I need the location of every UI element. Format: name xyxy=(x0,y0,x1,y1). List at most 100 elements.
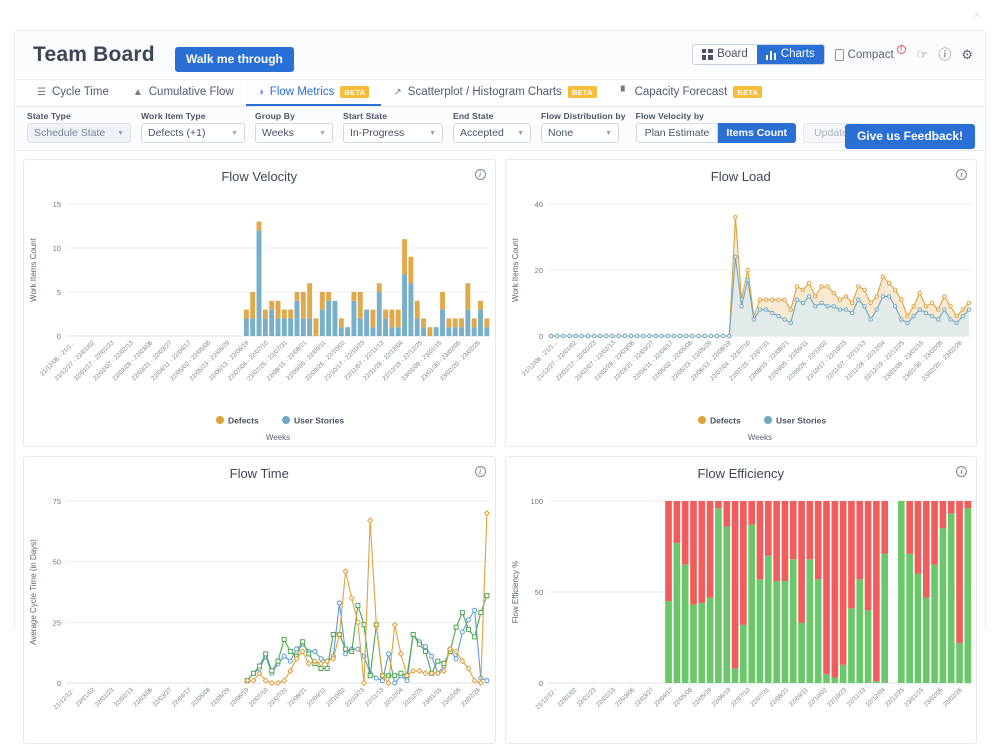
scatter-icon: ↗ xyxy=(393,87,401,98)
chevron-down-icon: ▼ xyxy=(319,130,326,137)
start-state-select[interactable]: In-Progress ▼ xyxy=(343,123,443,143)
tab-bar: ☰ Cycle Time ▲ Cumulative Flow ◑ Flow Me… xyxy=(15,80,985,107)
filter-end-state: End State Accepted ▼ xyxy=(453,111,531,143)
chart-title-flow-load: Flow Load xyxy=(506,160,977,184)
info-icon[interactable]: i xyxy=(956,169,967,180)
filter-flow-velocity-by-label: Flow Velocity by xyxy=(636,111,859,121)
state-type-select[interactable]: Schedule State ▼ xyxy=(27,123,131,143)
settings-icon[interactable]: ⚙ xyxy=(961,48,973,61)
tab-flow-metrics[interactable]: ◑ Flow Metrics BETA xyxy=(246,80,382,106)
compact-label: Compact xyxy=(848,49,894,61)
chevron-down-icon: ▼ xyxy=(605,130,612,137)
app-root: × Team Board Walk me through Board Chart… xyxy=(0,0,1000,638)
svg-text:20: 20 xyxy=(534,266,542,275)
filter-flow-distribution-label: Flow Distribution by xyxy=(541,111,626,121)
bar-chart-icon xyxy=(766,49,777,60)
svg-text:15: 15 xyxy=(53,200,61,209)
bar-chart-icon: ▘ xyxy=(621,87,629,98)
items-count-button[interactable]: Items Count xyxy=(718,123,796,143)
group-by-select[interactable]: Weeks ▼ xyxy=(255,123,333,143)
svg-text:22/11/13: 22/11/13 xyxy=(845,686,867,708)
walk-me-through-button[interactable]: Walk me through xyxy=(175,47,294,72)
end-state-select[interactable]: Accepted ▼ xyxy=(453,123,531,143)
chart-title-flow-efficiency: Flow Efficiency xyxy=(506,457,977,481)
beta-badge: BETA xyxy=(733,86,762,98)
filter-state-type-label: State Type xyxy=(27,111,131,121)
svg-text:22/12/04: 22/12/04 xyxy=(383,686,405,708)
header-actions: Board Charts Compact ! ☞ ⓘ ⚙ xyxy=(692,44,973,65)
page-header: Team Board Walk me through Board Charts … xyxy=(15,31,985,80)
plot-flow-efficiency: 050100Flow Efficiency %21/12/12 -22/01/0… xyxy=(506,487,977,743)
svg-text:22/10/23: 22/10/23 xyxy=(344,686,366,708)
svg-text:22/01/02: 22/01/02 xyxy=(74,686,96,708)
svg-text:22/07/10: 22/07/10 xyxy=(729,686,751,708)
filter-state-type: State Type Schedule State ▼ xyxy=(27,111,131,143)
info-icon[interactable]: i xyxy=(475,169,486,180)
svg-text:22/06/19: 22/06/19 xyxy=(710,686,732,708)
view-toggle-board[interactable]: Board xyxy=(693,45,757,64)
svg-text:0: 0 xyxy=(538,332,542,341)
info-icon[interactable]: i xyxy=(475,466,486,477)
view-toggle-charts[interactable]: Charts xyxy=(757,45,824,64)
pie-chart-icon: ◑ xyxy=(258,87,264,98)
group-by-value: Weeks xyxy=(262,127,294,139)
plot-flow-load: 02040Work Items CountWeeks21/12/06 - 21/… xyxy=(506,190,977,446)
list-icon: ☰ xyxy=(37,87,46,98)
svg-text:22/10/02: 22/10/02 xyxy=(325,686,347,708)
chevron-down-icon: ▼ xyxy=(231,130,238,137)
help-icon[interactable]: ⓘ xyxy=(938,48,951,61)
plot-flow-velocity: 051015Work Items CountWeeks21/12/06 - 21… xyxy=(24,190,495,446)
start-state-value: In-Progress xyxy=(350,127,404,139)
charts-grid: Flow Velocity i 051015Work Items CountWe… xyxy=(15,151,985,752)
svg-text:Flow Efficiency %: Flow Efficiency % xyxy=(511,561,520,624)
svg-text:5: 5 xyxy=(57,288,61,297)
tab-cumulative-flow[interactable]: ▲ Cumulative Flow xyxy=(121,80,246,106)
flow-distribution-select[interactable]: None ▼ xyxy=(541,123,619,143)
svg-text:Work Items Count: Work Items Count xyxy=(29,237,38,302)
info-icon[interactable]: i xyxy=(956,466,967,477)
work-item-type-select[interactable]: Defects (+1) ▼ xyxy=(141,123,245,143)
svg-text:22/08/21: 22/08/21 xyxy=(768,686,790,708)
view-toggle: Board Charts xyxy=(692,44,825,65)
area-chart-icon: ▲ xyxy=(133,87,143,98)
tab-scatterplot-histogram[interactable]: ↗ Scatterplot / Histogram Charts BETA xyxy=(381,80,608,106)
compact-toggle[interactable]: Compact ! xyxy=(835,49,907,61)
tab-capacity-forecast[interactable]: ▘ Capacity Forecast BETA xyxy=(609,80,774,106)
svg-text:22/01/02: 22/01/02 xyxy=(556,686,578,708)
svg-text:22/09/11: 22/09/11 xyxy=(306,686,328,708)
document-icon xyxy=(835,49,844,61)
svg-text:22/09/11: 22/09/11 xyxy=(787,686,809,708)
tab-cumulative-flow-label: Cumulative Flow xyxy=(149,86,234,98)
svg-text:40: 40 xyxy=(534,200,542,209)
svg-text:22/10/02: 22/10/02 xyxy=(806,686,828,708)
svg-text:Average Cycle Time (in Days): Average Cycle Time (in Days) xyxy=(29,539,38,645)
tab-scatterplot-histogram-label: Scatterplot / Histogram Charts xyxy=(408,86,562,98)
svg-text:22/06/19: 22/06/19 xyxy=(229,686,251,708)
svg-text:22/11/13: 22/11/13 xyxy=(364,686,386,708)
svg-text:23/02/26: 23/02/26 xyxy=(941,686,963,708)
flow-distribution-value: None xyxy=(548,127,573,139)
beta-badge: BETA xyxy=(340,86,369,98)
tab-cycle-time[interactable]: ☰ Cycle Time xyxy=(25,80,121,106)
beta-badge: BETA xyxy=(568,86,597,98)
svg-text:0: 0 xyxy=(57,332,61,341)
filter-start-state: Start State In-Progress ▼ xyxy=(343,111,443,143)
work-item-type-value: Defects (+1) xyxy=(148,127,205,139)
megaphone-icon[interactable]: ☞ xyxy=(917,48,929,61)
svg-text:50: 50 xyxy=(53,558,61,567)
chart-card-flow-load: Flow Load i 02040Work Items CountWeeks21… xyxy=(505,159,978,447)
svg-text:50: 50 xyxy=(534,588,542,597)
close-icon[interactable]: × xyxy=(970,8,984,22)
plot-flow-time: 0255075Average Cycle Time (in Days)21/12… xyxy=(24,487,495,743)
svg-text:23/02/26: 23/02/26 xyxy=(460,686,482,708)
svg-text:23/02/05: 23/02/05 xyxy=(441,686,463,708)
svg-text:0: 0 xyxy=(538,679,542,688)
filter-flow-distribution: Flow Distribution by None ▼ xyxy=(541,111,626,143)
board-icon xyxy=(702,49,713,60)
plan-estimate-button[interactable]: Plan Estimate xyxy=(636,123,719,143)
svg-text:22/04/17: 22/04/17 xyxy=(652,686,674,708)
svg-text:22/03/27: 22/03/27 xyxy=(633,686,655,708)
chart-card-flow-velocity: Flow Velocity i 051015Work Items CountWe… xyxy=(23,159,496,447)
give-us-feedback-button[interactable]: Give us Feedback! xyxy=(845,124,975,149)
chevron-down-icon: ▼ xyxy=(429,130,436,137)
